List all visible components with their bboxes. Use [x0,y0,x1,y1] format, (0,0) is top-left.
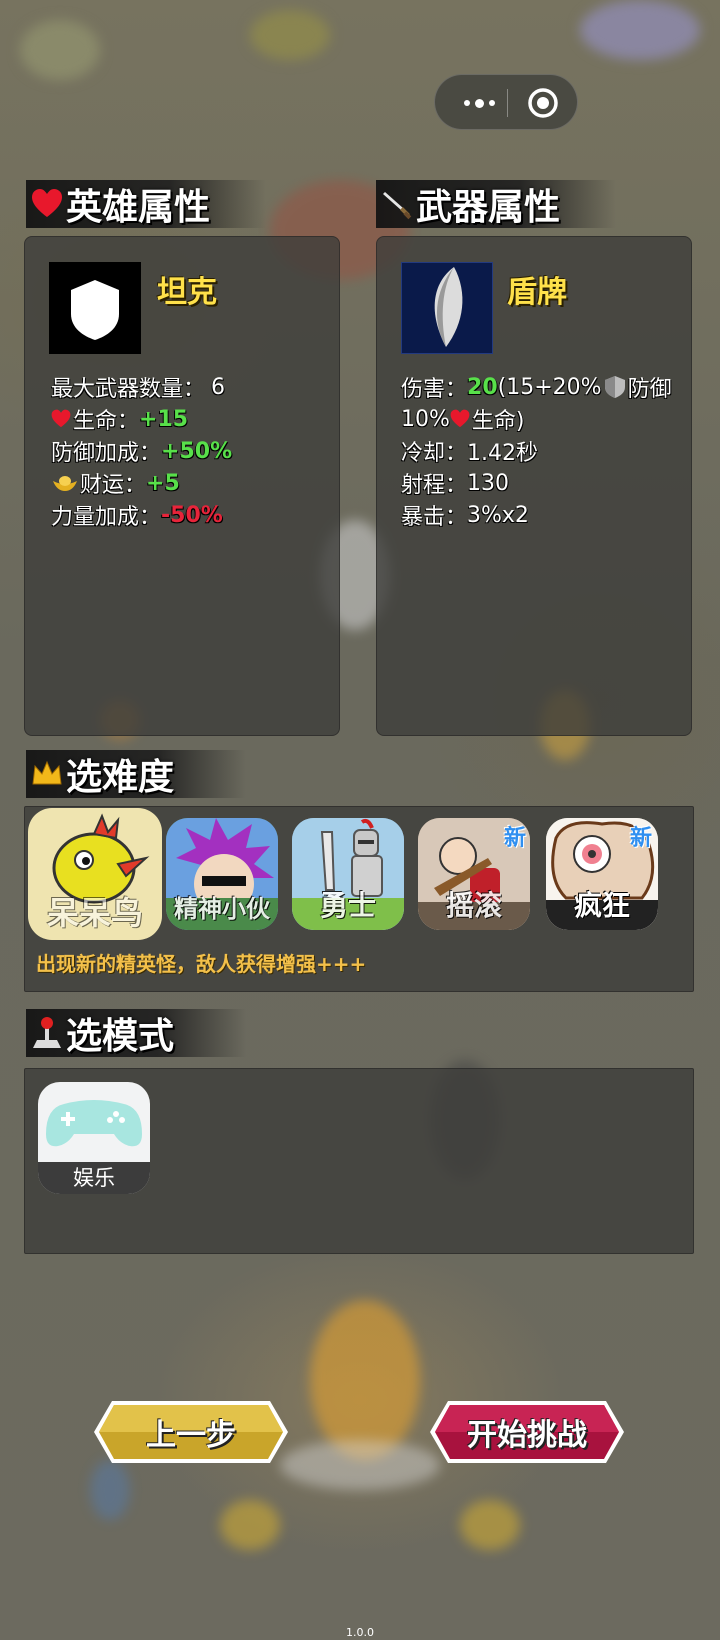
difficulty-option-label: 呆呆鸟 [46,894,143,932]
prev-step-label: 上一步 [146,1418,236,1453]
sword-icon [380,187,414,221]
weapon-panel: 盾牌 伤害： 20 (15+20% 防御 10% 生命) 冷却： 1.42秒 射程： 1… [376,236,692,736]
weapon-crit: 暴击： 3%x2 [401,502,529,531]
capsule-divider [507,89,508,117]
mode-section-header: 选模式 [26,1009,246,1057]
heart-small-icon [51,409,71,428]
gamepad-icon [46,1100,142,1147]
start-challenge-label: 开始挑战 [467,1418,587,1453]
crown-icon [30,757,64,791]
start-challenge-button[interactable]: 开始挑战 [428,1399,626,1465]
weapon-damage-cont: 10% 生命) [401,406,525,435]
more-dots-icon[interactable] [455,89,503,117]
hero-section-header: 英雄属性 [26,180,266,228]
shield-icon [71,280,119,340]
difficulty-hint: 出现新的精英怪，敌人获得增强+++ [36,952,367,976]
defense-shield-icon [604,376,625,398]
mode-option-label: 娱乐 [38,1162,150,1194]
version-label: 1.0.0 [346,1626,374,1639]
weapon-portrait [401,262,493,354]
difficulty-option-daidainiao[interactable]: 呆呆鸟 [28,808,162,940]
mode-option-yule[interactable]: 娱乐 [38,1082,150,1194]
difficulty-option-label: 勇士 [319,889,376,922]
difficulty-option-jingshenxiaohuo[interactable]: 精神小伙 [166,818,278,930]
hero-panel: 坦克 最大武器数量： 6 生命： +15 防御加成： +50% 财运： +5 力量加成：… [24,236,340,736]
life-heart-icon [450,409,470,428]
difficulty-section-header: 选难度 [26,750,246,798]
gold-ingot-icon [53,476,77,491]
mini-program-capsule [434,74,578,130]
hero-luck: 财运： +5 [51,467,180,499]
heart-icon [30,187,64,221]
difficulty-option-yongshi[interactable]: 勇士 [292,818,404,930]
prev-step-button[interactable]: 上一步 [92,1399,290,1465]
hero-power: 力量加成： -50% [51,502,223,531]
shield-blade-icon [434,267,463,347]
difficulty-section-title: 选难度 [66,757,175,798]
difficulty-option-label: 精神小伙 [174,895,270,923]
weapon-damage: 伤害： 20 (15+20% 防御 [401,374,672,403]
mode-section-title: 选模式 [66,1016,175,1057]
hero-name: 坦克 [157,275,217,310]
weapon-section-header: 武器属性 [376,180,616,228]
weapon-section-title: 武器属性 [416,187,561,228]
new-tag: 新 [630,826,653,851]
weapon-cooldown: 冷却： 1.42秒 [401,441,539,466]
hero-defense: 防御加成： +50% [51,438,233,467]
hero-max-weapons: 最大武器数量： 6 [51,374,226,403]
difficulty-option-label: 摇滚 [445,889,502,922]
weapon-name: 盾牌 [507,275,567,310]
hero-portrait [49,262,141,354]
weapon-range: 射程： 130 [401,470,510,499]
new-tag: 新 [504,826,527,851]
hero-section-title: 英雄属性 [66,187,211,228]
hero-life: 生命： +15 [51,403,188,435]
target-close-icon[interactable] [527,87,559,119]
joystick-icon [30,1016,64,1050]
difficulty-option-label: 疯狂 [573,889,630,922]
